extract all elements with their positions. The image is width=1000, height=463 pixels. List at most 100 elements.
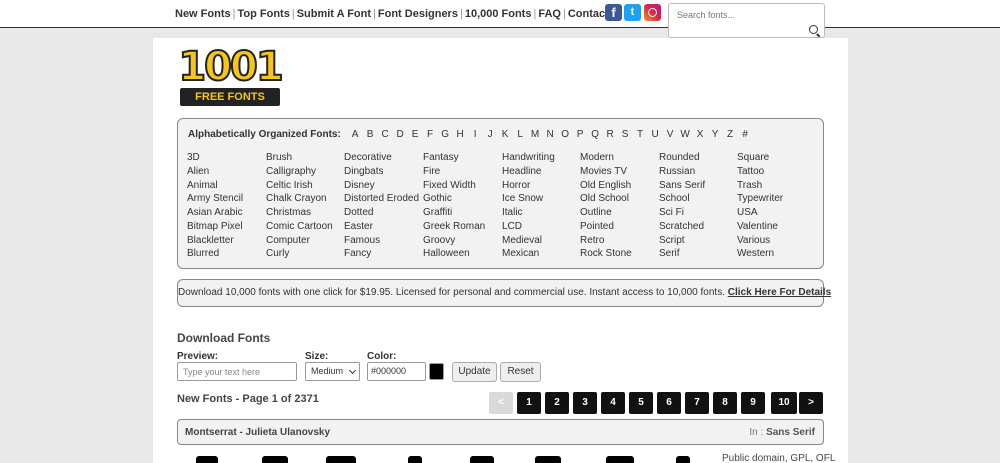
category-link[interactable]: Bitmap Pixel <box>187 220 265 234</box>
page-number-button[interactable]: 3 <box>573 392 597 414</box>
category-link[interactable]: Christmas <box>266 206 344 220</box>
nav-font-designers[interactable]: Font Designers <box>378 8 458 20</box>
category-link[interactable]: Sci Fi <box>659 206 737 220</box>
facebook-icon[interactable]: f <box>605 4 622 21</box>
category-link[interactable]: Animal <box>187 179 265 193</box>
category-link[interactable]: Halloween <box>423 247 501 261</box>
category-link[interactable]: Handwriting <box>502 151 580 165</box>
alphabet-letter-link[interactable]: X <box>693 129 708 140</box>
alphabet-letter-link[interactable]: J <box>483 129 498 140</box>
category-link[interactable]: Chalk Crayon <box>266 192 344 206</box>
category-link[interactable]: Medieval <box>502 234 580 248</box>
alphabet-letter-link[interactable]: L <box>513 129 528 140</box>
page-number-button[interactable]: 9 <box>741 392 765 414</box>
alphabet-letter-link[interactable]: M <box>528 129 543 140</box>
alphabet-letter-link[interactable]: G <box>438 129 453 140</box>
nav-top-fonts[interactable]: Top Fonts <box>237 8 289 20</box>
category-link[interactable]: Fixed Width <box>423 179 501 193</box>
alphabet-letter-link[interactable]: I <box>468 129 483 140</box>
category-link[interactable]: Brush <box>266 151 344 165</box>
category-link[interactable]: Greek Roman <box>423 220 501 234</box>
search-input[interactable] <box>677 10 797 20</box>
category-link[interactable]: Script <box>659 234 737 248</box>
category-link[interactable]: Groovy <box>423 234 501 248</box>
category-link[interactable]: Curly <box>266 247 344 261</box>
nav-submit-font[interactable]: Submit A Font <box>297 8 371 20</box>
alphabet-letter-link[interactable]: T <box>633 129 648 140</box>
category-link[interactable]: Retro <box>580 234 658 248</box>
font-name-link[interactable]: Montserrat - Julieta Ulanovsky <box>185 427 330 438</box>
category-link[interactable]: Dingbats <box>344 165 422 179</box>
category-link[interactable]: Disney <box>344 179 422 193</box>
alphabet-letter-link[interactable]: Q <box>588 129 603 140</box>
update-button[interactable]: Update <box>452 362 497 382</box>
alphabet-letter-link[interactable]: # <box>738 129 753 140</box>
alphabet-letter-link[interactable]: F <box>423 129 438 140</box>
prev-page-button[interactable]: < <box>489 392 513 414</box>
page-number-button[interactable]: 7 <box>685 392 709 414</box>
font-category-link[interactable]: Sans Serif <box>766 427 815 438</box>
alphabet-letter-link[interactable]: O <box>558 129 573 140</box>
search-icon[interactable] <box>809 25 818 34</box>
category-link[interactable]: Gothic <box>423 192 501 206</box>
category-link[interactable]: Rounded <box>659 151 737 165</box>
nav-faq[interactable]: FAQ <box>538 8 561 20</box>
page-number-button[interactable]: 2 <box>545 392 569 414</box>
twitter-icon[interactable]: t <box>624 4 641 21</box>
category-link[interactable]: Distorted Eroded <box>344 192 422 206</box>
category-link[interactable]: Army Stencil <box>187 192 265 206</box>
nav-new-fonts[interactable]: New Fonts <box>175 8 231 20</box>
category-link[interactable]: Dotted <box>344 206 422 220</box>
category-link[interactable]: Headline <box>502 165 580 179</box>
page-number-button[interactable]: 6 <box>657 392 681 414</box>
category-link[interactable]: 3D <box>187 151 265 165</box>
instagram-icon[interactable] <box>644 4 661 21</box>
category-link[interactable]: Famous <box>344 234 422 248</box>
alphabet-letter-link[interactable]: C <box>378 129 393 140</box>
category-link[interactable]: Ice Snow <box>502 192 580 206</box>
category-link[interactable]: Square <box>737 151 815 165</box>
category-link[interactable]: Alien <box>187 165 265 179</box>
alphabet-letter-link[interactable]: A <box>348 129 363 140</box>
alphabet-letter-link[interactable]: W <box>678 129 693 140</box>
category-link[interactable]: Celtic Irish <box>266 179 344 193</box>
alphabet-letter-link[interactable]: K <box>498 129 513 140</box>
page-number-button[interactable]: 4 <box>601 392 625 414</box>
category-link[interactable]: Fire <box>423 165 501 179</box>
category-link[interactable]: Asian Arabic <box>187 206 265 220</box>
page-number-button[interactable]: 5 <box>629 392 653 414</box>
category-link[interactable]: Mexican <box>502 247 580 261</box>
alphabet-letter-link[interactable]: S <box>618 129 633 140</box>
category-link[interactable]: Sans Serif <box>659 179 737 193</box>
category-link[interactable]: Blurred <box>187 247 265 261</box>
category-link[interactable]: Tattoo <box>737 165 815 179</box>
page-number-button[interactable]: 10 <box>771 392 797 414</box>
category-link[interactable]: Rock Stone <box>580 247 658 261</box>
alphabet-letter-link[interactable]: B <box>363 129 378 140</box>
page-number-button[interactable]: 1 <box>517 392 541 414</box>
alphabet-letter-link[interactable]: Z <box>723 129 738 140</box>
alphabet-letter-link[interactable]: N <box>543 129 558 140</box>
nav-contact[interactable]: Contact <box>568 8 609 20</box>
alphabet-letter-link[interactable]: E <box>408 129 423 140</box>
category-link[interactable]: Comic Cartoon <box>266 220 344 234</box>
alphabet-letter-link[interactable]: R <box>603 129 618 140</box>
category-link[interactable]: USA <box>737 206 815 220</box>
reset-button[interactable]: Reset <box>500 362 541 382</box>
category-link[interactable]: Scratched <box>659 220 737 234</box>
category-link[interactable]: Blackletter <box>187 234 265 248</box>
category-link[interactable]: Fancy <box>344 247 422 261</box>
category-link[interactable]: Computer <box>266 234 344 248</box>
alphabet-letter-link[interactable]: H <box>453 129 468 140</box>
next-page-button[interactable]: > <box>799 392 823 414</box>
alphabet-letter-link[interactable]: Y <box>708 129 723 140</box>
promo-details-link[interactable]: Click Here For Details <box>728 287 831 298</box>
alphabet-letter-link[interactable]: U <box>648 129 663 140</box>
size-select[interactable]: Medium <box>305 362 360 381</box>
category-link[interactable]: Calligraphy <box>266 165 344 179</box>
category-link[interactable]: School <box>659 192 737 206</box>
category-link[interactable]: Serif <box>659 247 737 261</box>
alphabet-letter-link[interactable]: V <box>663 129 678 140</box>
color-input[interactable]: #000000 <box>367 362 426 381</box>
category-link[interactable]: Italic <box>502 206 580 220</box>
